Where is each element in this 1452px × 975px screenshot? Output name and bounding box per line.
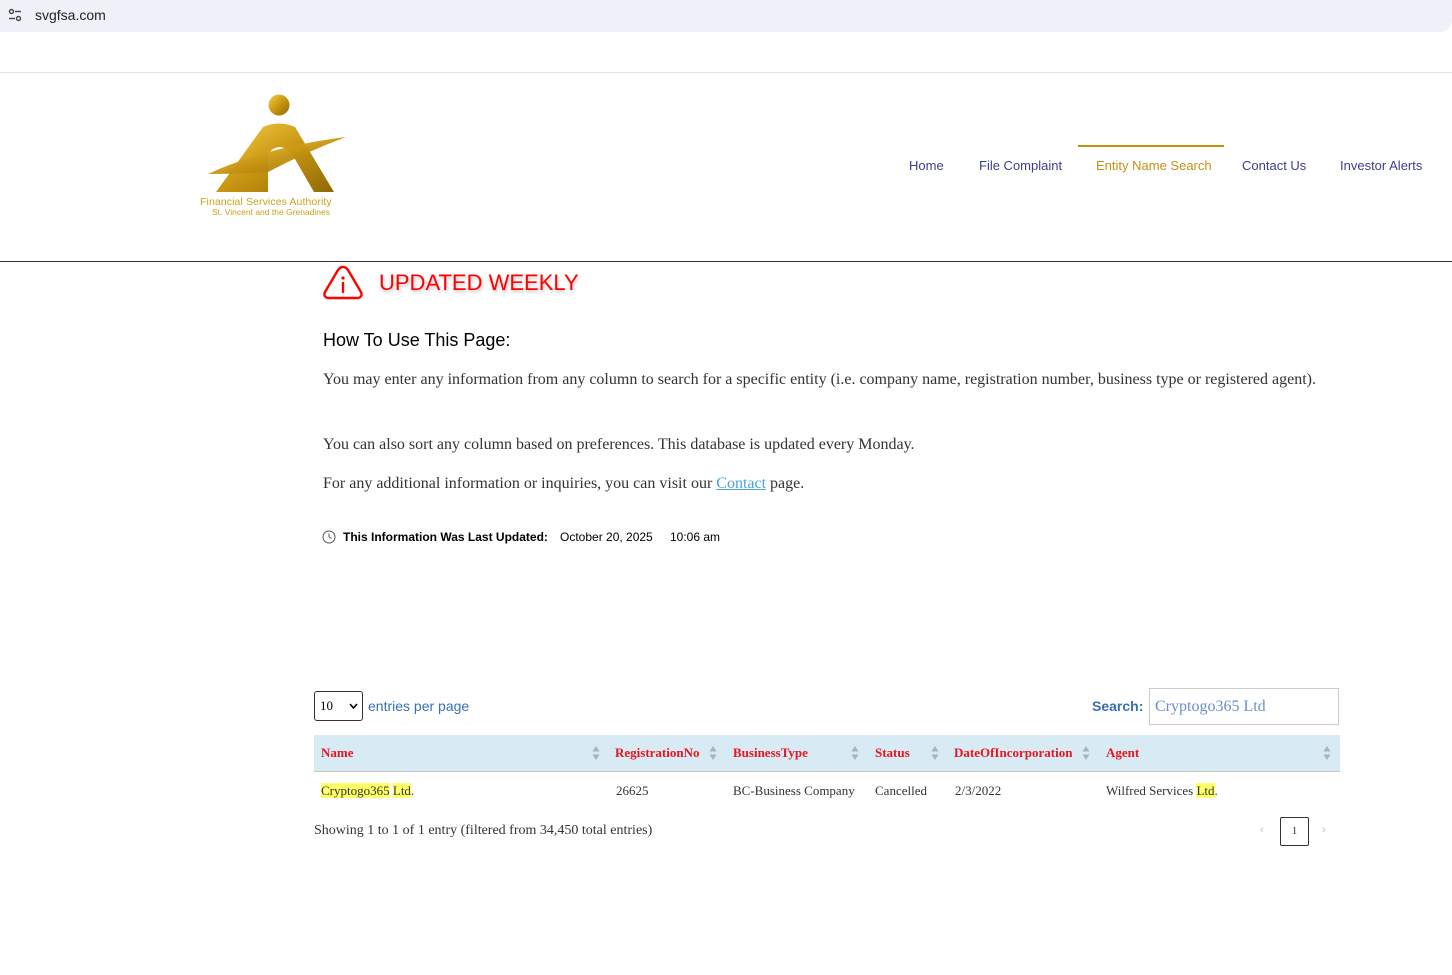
howto-paragraph-3: For any additional information or inquir… <box>323 471 1333 497</box>
sort-icon[interactable] <box>1323 745 1331 761</box>
pagination-page-1[interactable]: 1 <box>1280 817 1309 846</box>
entries-per-page-value: 10 <box>320 698 333 713</box>
cell-businesstype: BC-Business Company <box>733 783 855 798</box>
search-highlight: Ltd <box>392 783 411 798</box>
cell-name: Cryptogo365 Ltd. <box>321 783 414 799</box>
last-updated-time: 10:06 am <box>670 530 721 544</box>
search-highlight: Ltd <box>1196 783 1215 798</box>
cell-status: Cancelled <box>875 783 927 798</box>
nav-contact-us[interactable]: Contact Us <box>1242 158 1306 173</box>
search-highlight: Cryptogo365 <box>321 783 390 798</box>
table-info: Showing 1 to 1 of 1 entry (filtered from… <box>314 823 653 838</box>
nav-entity-name-search[interactable]: Entity Name Search <box>1096 158 1212 173</box>
col-header-status[interactable]: Status <box>875 745 910 761</box>
col-header-registrationno[interactable]: RegistrationNo <box>615 745 700 761</box>
sort-icon[interactable] <box>851 745 859 761</box>
cell-name-tail: . <box>410 783 415 798</box>
col-header-dateofincorporation[interactable]: DateOfIncorporation <box>954 745 1072 761</box>
table-header: Name RegistrationNo BusinessType Status … <box>314 735 1340 772</box>
updated-weekly-banner: UPDATED WEEKLY <box>379 270 579 295</box>
chevron-down-icon <box>349 703 358 709</box>
cell-agent-text: Wilfred Services <box>1106 783 1197 798</box>
p3-text-before: For any additional information or inquir… <box>323 475 717 492</box>
info-warning-icon <box>323 265 363 300</box>
entries-per-page-select[interactable]: 10 <box>314 691 363 721</box>
sort-icon[interactable] <box>1082 745 1090 761</box>
entries-per-page-label: entries per page <box>368 698 470 714</box>
howto-paragraph-1: You may enter any information from any c… <box>323 371 1316 388</box>
howto-heading: How To Use This Page: <box>323 330 511 350</box>
sort-icon[interactable] <box>931 745 939 761</box>
contact-link[interactable]: Contact <box>716 475 766 492</box>
howto-paragraph-2: You can also sort any column based on pr… <box>323 436 915 453</box>
tune-icon[interactable] <box>8 8 22 22</box>
cell-dateofincorporation: 2/3/2022 <box>955 783 1002 798</box>
search-input[interactable] <box>1149 688 1339 725</box>
search-label: Search: <box>1092 698 1144 714</box>
sort-icon[interactable] <box>709 745 717 761</box>
browser-address-bar[interactable]: svgfsa.com <box>0 0 1452 32</box>
clock-icon <box>322 530 336 544</box>
nav-file-complaint[interactable]: File Complaint <box>979 158 1062 173</box>
col-header-name[interactable]: Name <box>321 745 354 761</box>
cell-agent: Wilfred Services Ltd. <box>1106 783 1218 799</box>
nav-active-indicator <box>1078 145 1224 147</box>
last-updated-label: This Information Was Last Updated: <box>343 530 548 544</box>
pagination-previous[interactable]: ‹ <box>1260 824 1264 836</box>
last-updated-date: October 20, 2025 <box>560 530 653 544</box>
p3-text-after: page. <box>766 475 805 492</box>
cell-registrationno: 26625 <box>616 783 649 798</box>
col-header-agent[interactable]: Agent <box>1106 745 1139 761</box>
sort-icon[interactable] <box>592 745 600 761</box>
pagination-next[interactable]: › <box>1322 824 1326 836</box>
nav-home[interactable]: Home <box>909 158 944 173</box>
url-text[interactable]: svgfsa.com <box>35 7 106 23</box>
header-divider <box>0 261 1452 262</box>
col-header-businesstype[interactable]: BusinessType <box>733 745 808 761</box>
logo-subtitle: St. Vincent and the Grenadines <box>212 207 330 217</box>
divider <box>0 72 1452 73</box>
cell-agent-tail: . <box>1214 783 1218 798</box>
nav-investor-alerts[interactable]: Investor Alerts <box>1340 158 1422 173</box>
